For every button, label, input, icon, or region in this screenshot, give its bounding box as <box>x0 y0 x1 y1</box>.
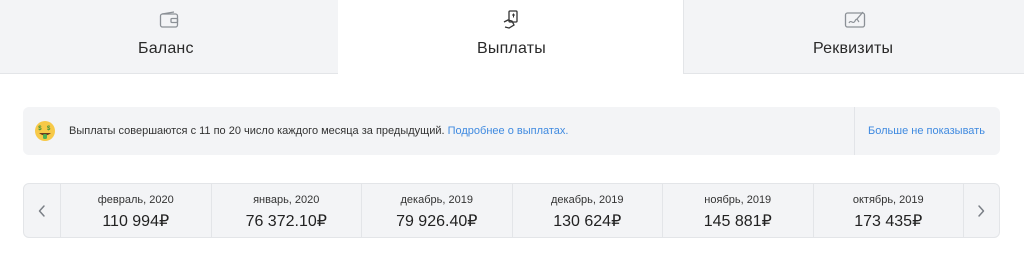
payout-amount: 145 881₽ <box>703 213 772 230</box>
payout-notice: $ $ Выплаты совершаются с 11 по 20 число… <box>23 107 1000 155</box>
payouts-info-link[interactable]: Подробнее о выплатах. <box>448 125 569 137</box>
payout-month: ноябрь, 2019 <box>704 194 772 206</box>
notice-message: Выплаты совершаются с 11 по 20 число каж… <box>69 125 445 137</box>
tab-balance[interactable]: Баланс <box>0 0 338 74</box>
payout-period-item[interactable]: декабрь, 2019 130 624₽ <box>511 184 663 237</box>
carousel-prev-button[interactable] <box>24 184 60 237</box>
tab-bar: Баланс Выплаты Реквизиты <box>0 0 1024 74</box>
payout-period-item[interactable]: январь, 2020 76 372.10₽ <box>210 184 362 237</box>
signature-icon <box>844 11 866 28</box>
payout-month: декабрь, 2019 <box>400 194 473 206</box>
tab-requisites[interactable]: Реквизиты <box>683 0 1024 74</box>
payout-month: октябрь, 2019 <box>852 194 924 206</box>
payout-period-item[interactable]: ноябрь, 2019 145 881₽ <box>662 184 813 237</box>
money-mouth-face-icon: $ $ <box>35 121 55 141</box>
tab-payouts-label: Выплаты <box>477 40 546 57</box>
carousel-next-button[interactable] <box>963 184 999 237</box>
payout-amount: 76 372.10₽ <box>245 213 327 230</box>
payouts-carousel: февраль, 2020 110 994₽ январь, 2020 76 3… <box>23 183 1000 238</box>
hand-money-icon <box>503 10 518 29</box>
payout-periods: февраль, 2020 110 994₽ январь, 2020 76 3… <box>60 184 964 237</box>
payout-amount: 79 926.40₽ <box>396 213 478 230</box>
tab-payouts[interactable]: Выплаты <box>338 0 683 74</box>
payout-amount: 110 994₽ <box>102 213 170 230</box>
payout-month: февраль, 2020 <box>97 194 174 206</box>
wallet-icon <box>159 11 179 28</box>
payout-amount: 173 435₽ <box>854 213 923 230</box>
payout-period-item[interactable]: октябрь, 2019 173 435₽ <box>812 184 964 237</box>
payout-period-item[interactable]: декабрь, 2019 79 926.40₽ <box>361 184 512 237</box>
payout-amount: 130 624₽ <box>553 213 622 230</box>
chevron-left-icon <box>38 204 45 217</box>
dismiss-notice-button[interactable]: Больше не показывать <box>868 125 985 137</box>
payout-month: январь, 2020 <box>253 194 320 206</box>
notice-divider <box>854 107 855 155</box>
tab-requisites-label: Реквизиты <box>813 40 894 57</box>
chevron-right-icon <box>978 204 985 217</box>
payout-month: декабрь, 2019 <box>551 194 624 206</box>
tab-balance-label: Баланс <box>138 40 194 57</box>
payout-period-item[interactable]: февраль, 2020 110 994₽ <box>60 184 211 237</box>
notice-text: Выплаты совершаются с 11 по 20 число каж… <box>69 125 568 137</box>
